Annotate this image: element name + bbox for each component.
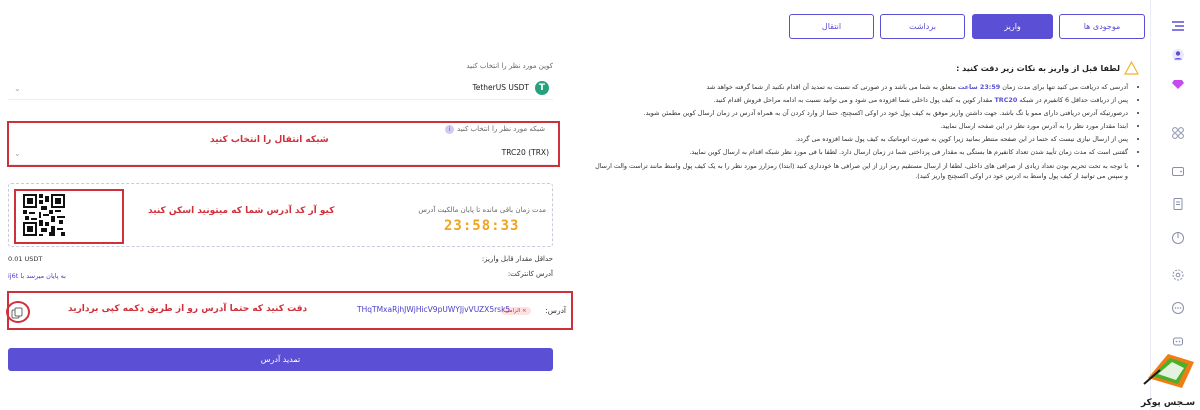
countdown-timer: 23:58:33 bbox=[444, 218, 520, 234]
tether-icon: T bbox=[535, 81, 549, 95]
more-icon[interactable] bbox=[1170, 300, 1186, 316]
qr-code[interactable] bbox=[23, 194, 65, 236]
copy-annotation: دقت کنید که حتما آدرس رو از طریق دکمه کپ… bbox=[68, 304, 308, 314]
coin-select[interactable]: ⌄ TetherUS USDT T bbox=[8, 78, 553, 100]
address-label: آدرس: bbox=[545, 306, 566, 315]
network-value: TRC20 (TRX) bbox=[501, 148, 549, 157]
avatar-icon[interactable] bbox=[1170, 47, 1186, 63]
warning-icon bbox=[1123, 60, 1140, 75]
dashboard-icon[interactable] bbox=[1170, 125, 1186, 141]
site-logo bbox=[1138, 348, 1200, 398]
copy-icon[interactable] bbox=[10, 305, 24, 319]
qr-annotation: کیو آر کد آدرس شما که میتونید اسکن کنید bbox=[148, 206, 335, 216]
notice-list: آدرسی که دریافت می کنید تنها برای مدت زم… bbox=[595, 82, 1140, 184]
list-item: با توجه به تحت تحریم بودن تعداد زیادی از… bbox=[595, 161, 1128, 182]
coin-value: TetherUS USDT bbox=[472, 83, 529, 92]
bot-icon[interactable] bbox=[1170, 333, 1186, 349]
info-icon[interactable]: i bbox=[445, 125, 454, 134]
menu-icon[interactable] bbox=[1170, 18, 1186, 34]
list-item: گفتنی است که مدت زمان تأیید شدن تعداد کا… bbox=[595, 147, 1128, 157]
logo-text: سـجس پوکر bbox=[1140, 398, 1196, 408]
list-item: درصورتیکه آدرس دریافتی دارای ممو یا تگ ب… bbox=[595, 108, 1128, 118]
list-item: ابتدا مقدار مورد نظر را به آدرس مورد نظر… bbox=[595, 121, 1128, 131]
contract-label: آدرس کانترکت: bbox=[507, 270, 553, 278]
contract-value[interactable]: به پایان میرسد با ij6t bbox=[8, 272, 66, 280]
network-label: شبکه مورد نظر را انتخاب کنید bbox=[457, 125, 545, 133]
tab-deposit[interactable]: واریز bbox=[972, 14, 1053, 39]
network-select[interactable]: ⌄ TRC20 (TRX) bbox=[10, 143, 557, 165]
chart-pie-icon[interactable] bbox=[1170, 230, 1186, 246]
wallet-icon[interactable] bbox=[1170, 163, 1186, 179]
tab-withdraw[interactable]: برداشت bbox=[880, 14, 965, 39]
chevron-down-icon: ⌄ bbox=[14, 84, 21, 93]
notice-title: لطفا قبل از واریز به نکات زیر دقت کنید : bbox=[956, 64, 1120, 73]
tab-transfer[interactable]: انتقال bbox=[789, 14, 874, 39]
tab-balances[interactable]: موجودی ها bbox=[1059, 14, 1145, 39]
coin-label: کوین مورد نظر را انتخاب کنید bbox=[466, 62, 553, 70]
settings-icon[interactable] bbox=[1170, 267, 1186, 283]
min-amount-value: 0.01 USDT bbox=[8, 255, 43, 263]
min-amount-label: حداقل مقدار قابل واریز: bbox=[481, 255, 553, 263]
document-icon[interactable] bbox=[1170, 196, 1186, 212]
chevron-down-icon: ⌄ bbox=[14, 149, 21, 158]
timer-label: مدت زمان باقی مانده تا پایان مالکیت آدرس bbox=[418, 206, 546, 214]
renew-address-button[interactable]: تمدید آدرس bbox=[8, 348, 553, 371]
list-item: پس از ارسال نیازی نیست که حتما در این صف… bbox=[595, 134, 1128, 144]
list-item: پس از دریافت حداقل 6 کانفیرم در شبکه TRC… bbox=[595, 95, 1128, 105]
list-item: آدرسی که دریافت می کنید تنها برای مدت زم… bbox=[595, 82, 1128, 92]
deposit-address[interactable]: THqTMxaRjhJWjHicV9pUWYJjvVUZX5rsk5 bbox=[357, 305, 510, 314]
diamond-icon[interactable] bbox=[1170, 75, 1186, 91]
